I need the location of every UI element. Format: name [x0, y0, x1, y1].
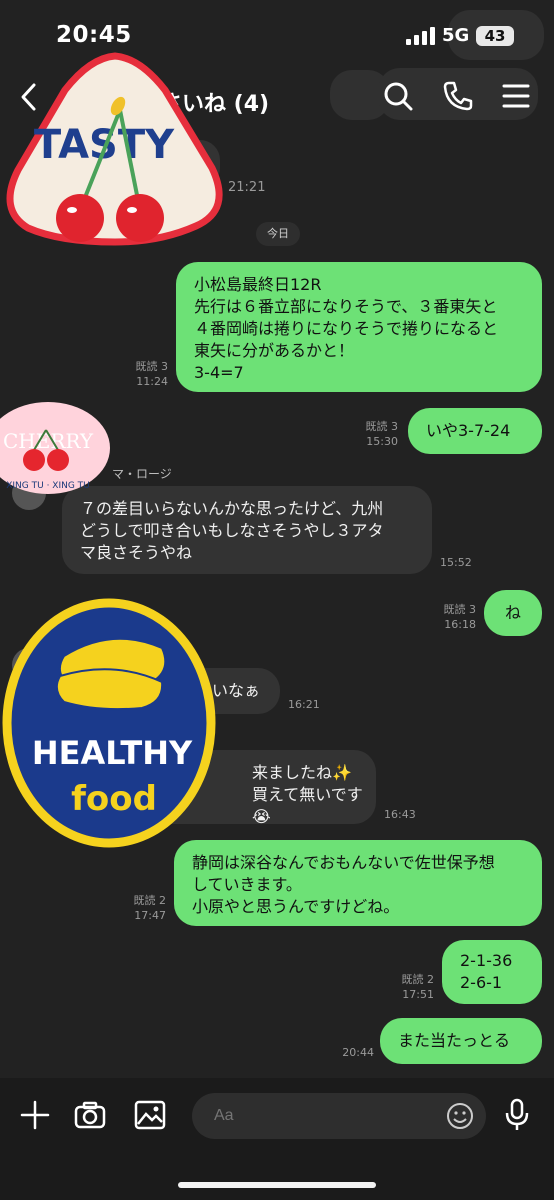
- read-receipt: 既読 3: [135, 360, 169, 373]
- message-input[interactable]: [192, 1093, 486, 1139]
- phone-icon[interactable]: [442, 80, 474, 112]
- message-time: 16:43: [384, 808, 416, 821]
- read-receipt: 既読 3: [365, 420, 399, 433]
- outgoing-message[interactable]: 静岡は深谷なんでおもんないで佐世保予想 していきます。 小原やと思うんですけどね…: [174, 840, 542, 926]
- camera-icon[interactable]: [74, 1100, 106, 1130]
- food-text: food: [71, 779, 157, 819]
- incoming-message[interactable]: ７の差目いらないんかな思ったけど、九州 どうしで叩き合いもしなさそうやし３アタ …: [62, 486, 432, 574]
- plus-icon[interactable]: [20, 1100, 50, 1130]
- home-indicator: [178, 1182, 376, 1188]
- network-label: 5G: [442, 25, 470, 46]
- outgoing-message[interactable]: ね: [484, 590, 542, 636]
- read-receipt: 既読 3: [443, 603, 477, 616]
- message-time: 11:24: [136, 375, 168, 388]
- status-time: 20:45: [56, 22, 132, 48]
- message-time: 20:44: [342, 1046, 374, 1059]
- message-time: 15:30: [366, 435, 398, 448]
- message-text: いなぁ: [212, 681, 261, 700]
- outgoing-message[interactable]: いや3-7-24: [408, 408, 542, 454]
- cherry-ring-text: XING TU · XING TU: [6, 481, 90, 491]
- cherry-sticker: CHERRY XING TU · XING TU: [0, 400, 112, 496]
- read-receipt: 既読 2: [133, 894, 167, 907]
- outgoing-message[interactable]: 2-1-36 2-6-1: [442, 940, 542, 1004]
- message-time: 15:52: [440, 556, 472, 569]
- message-time: 17:47: [134, 909, 166, 922]
- outgoing-message[interactable]: 小松島最終日12R 先行は６番立部になりそうで、３番東矢と ４番岡崎は捲りになり…: [176, 262, 542, 392]
- signal-icon: [406, 27, 436, 45]
- sender-name: マ・ロージ: [112, 467, 172, 481]
- healthy-text: HEALTHY: [32, 734, 193, 772]
- read-receipt: 既読 2: [401, 973, 435, 986]
- search-icon[interactable]: [382, 80, 414, 112]
- healthy-food-sticker: HEALTHY food: [2, 598, 216, 848]
- message-time: 21:21: [228, 180, 266, 195]
- message-time: 16:18: [444, 618, 476, 631]
- date-separator: 今日: [256, 222, 300, 246]
- menu-icon[interactable]: [500, 80, 532, 112]
- battery-icon: 43: [476, 26, 514, 46]
- image-icon[interactable]: [134, 1100, 166, 1130]
- message-text: 来ましたね✨ 買えて無いです😭: [252, 763, 363, 826]
- emoji-icon[interactable]: [446, 1102, 474, 1130]
- outgoing-message[interactable]: また当たっとる: [380, 1018, 542, 1064]
- microphone-icon[interactable]: [504, 1098, 530, 1132]
- message-time: 16:21: [288, 698, 320, 711]
- message-time: 17:51: [402, 988, 434, 1001]
- tasty-sticker: TASTY: [0, 50, 230, 250]
